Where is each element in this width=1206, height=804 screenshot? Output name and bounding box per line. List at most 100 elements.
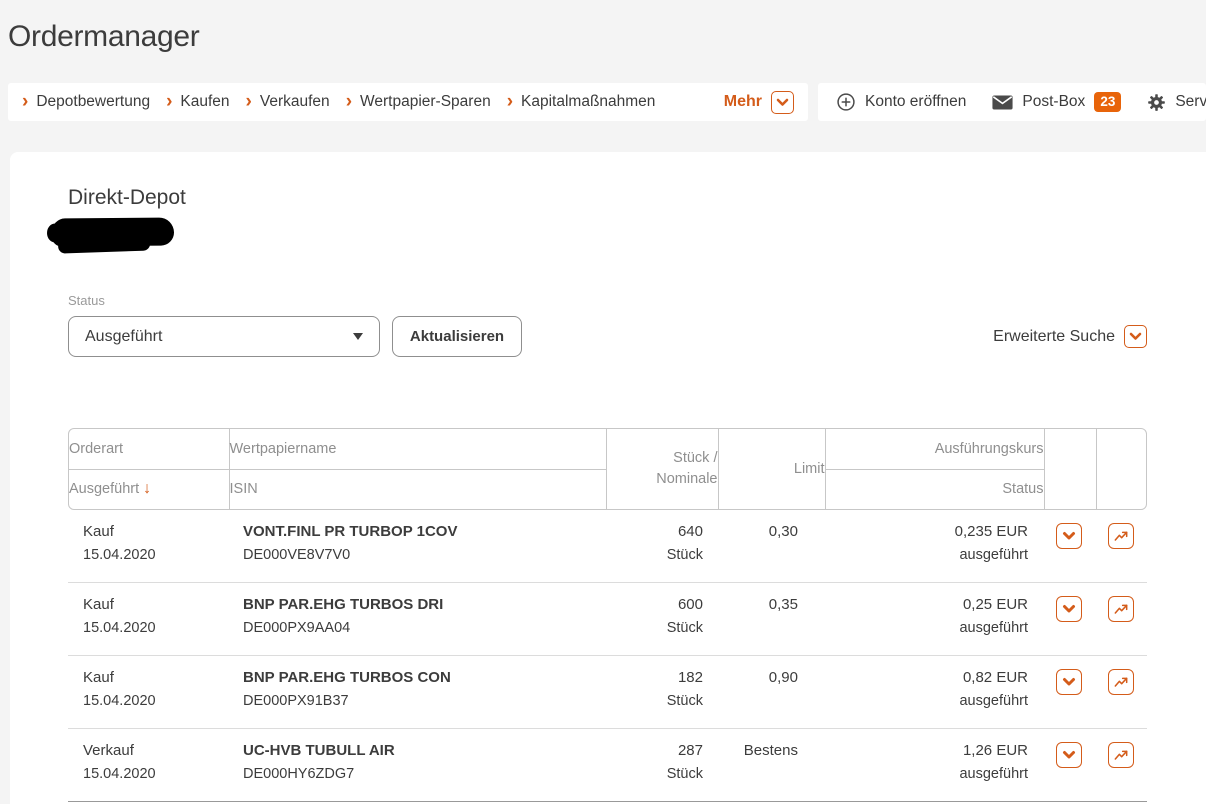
open-chart-button[interactable] xyxy=(1108,596,1134,622)
column-header-actions-1 xyxy=(1044,429,1096,509)
nav-item-postbox[interactable]: Post-Box 23 xyxy=(992,92,1121,113)
status-select[interactable]: Ausgeführt xyxy=(68,316,380,357)
nav-item-label: Depotbewertung xyxy=(36,93,150,111)
kurs-status-cell: 1,26 EUR ausgeführt xyxy=(824,742,1043,801)
expand-cell xyxy=(1043,742,1095,801)
mehr-chevron-down-icon[interactable] xyxy=(771,91,794,114)
column-header-orderart: Orderart xyxy=(69,429,229,469)
chevron-down-icon xyxy=(1062,604,1076,614)
column-header-actions-2 xyxy=(1096,429,1147,509)
wertpapier-cell: BNP PAR.EHG TURBOS DRI DE000PX9AA04 xyxy=(228,596,605,655)
nav-breadcrumb-item[interactable]: › Kapitalmaßnahmen xyxy=(507,93,656,112)
execution-price: 0,25 EUR xyxy=(824,596,1028,614)
expand-cell xyxy=(1043,669,1095,728)
ordermanager-screen: Ordermanager › Depotbewertung › Kaufen ›… xyxy=(0,0,1206,804)
open-chart-button[interactable] xyxy=(1108,742,1134,768)
postbox-label: Post-Box xyxy=(1022,93,1085,111)
nav-breadcrumb-item[interactable]: › Kaufen xyxy=(166,93,229,112)
security-isin: DE000PX91B37 xyxy=(243,693,605,710)
execution-price: 0,235 EUR xyxy=(824,523,1028,541)
wertpapier-cell: UC-HVB TUBULL AIR DE000HY6ZDG7 xyxy=(228,742,605,801)
nav-secondary-section: Konto eröffnen Post-Box 23 xyxy=(818,83,1206,121)
chevron-down-icon xyxy=(1062,531,1076,541)
security-isin: DE000VE8V7V0 xyxy=(243,547,605,564)
quantity-unit: Stück xyxy=(605,693,703,710)
quantity-value: 287 xyxy=(605,742,703,760)
limit-cell: 0,35 xyxy=(717,596,824,655)
nav-item-mehr[interactable]: Mehr xyxy=(724,91,794,114)
erweiterte-suche-chevron-down-icon[interactable] xyxy=(1124,325,1147,348)
order-type-value: Kauf xyxy=(83,596,228,614)
order-table: Orderart Wertpapiername Stück / Nominale… xyxy=(68,428,1147,802)
execution-price: 1,26 EUR xyxy=(824,742,1028,760)
nav-item-konto-eroeffnen[interactable]: Konto eröffnen xyxy=(836,92,966,112)
quantity-value: 640 xyxy=(605,523,703,541)
aktualisieren-button[interactable]: Aktualisieren xyxy=(392,316,522,357)
security-isin: DE000PX9AA04 xyxy=(243,620,605,637)
security-isin: DE000HY6ZDG7 xyxy=(243,766,605,783)
order-table-body: Kauf 15.04.2020 VONT.FINL PR TURBOP 1COV… xyxy=(68,510,1147,802)
order-date: 15.04.2020 xyxy=(83,620,228,637)
order-date: 15.04.2020 xyxy=(83,547,228,564)
column-header-status: Status xyxy=(825,469,1044,509)
order-type-value: Verkauf xyxy=(83,742,228,760)
postbox-count-badge: 23 xyxy=(1094,92,1121,113)
order-type-value: Kauf xyxy=(83,523,228,541)
nav-breadcrumb-item[interactable]: › Wertpapier-Sparen xyxy=(346,93,491,112)
chevron-down-icon xyxy=(1062,750,1076,760)
quantity-unit: Stück xyxy=(605,620,703,637)
kurs-status-cell: 0,235 EUR ausgeführt xyxy=(824,523,1043,582)
page-title: Ordermanager xyxy=(8,20,200,54)
column-header-ausfuehrungskurs: Ausführungskurs xyxy=(825,429,1044,469)
column-header-stueck-nominale: Stück / Nominale xyxy=(606,429,718,509)
execution-status: ausgeführt xyxy=(824,766,1028,783)
trend-chart-icon xyxy=(1113,528,1129,544)
stueck-cell: 182 Stück xyxy=(605,669,717,728)
expand-order-details-button[interactable] xyxy=(1056,669,1082,695)
nav-item-service[interactable]: Service xyxy=(1147,93,1206,112)
orderart-cell: Kauf 15.04.2020 xyxy=(68,523,228,582)
kurs-status-cell: 0,82 EUR ausgeführt xyxy=(824,669,1043,728)
expand-order-details-button[interactable] xyxy=(1056,523,1082,549)
sort-indicator[interactable]: Ausgeführt↓ xyxy=(69,469,229,509)
expand-cell xyxy=(1043,596,1095,655)
open-chart-button[interactable] xyxy=(1108,523,1134,549)
stueck-cell: 287 Stück xyxy=(605,742,717,801)
security-name: BNP PAR.EHG TURBOS CON xyxy=(243,669,605,687)
status-field-label: Status xyxy=(68,293,105,308)
nav-item-label: Kaufen xyxy=(180,93,229,111)
erweiterte-suche-toggle[interactable]: Erweiterte Suche xyxy=(993,325,1147,348)
expand-order-details-button[interactable] xyxy=(1056,596,1082,622)
depot-title: Direkt-Depot xyxy=(68,186,186,210)
limit-value: Bestens xyxy=(717,742,798,760)
expand-cell xyxy=(1043,523,1095,582)
security-name: UC-HVB TUBULL AIR xyxy=(243,742,605,760)
execution-status: ausgeführt xyxy=(824,547,1028,564)
execution-price: 0,82 EUR xyxy=(824,669,1028,687)
envelope-icon xyxy=(992,95,1013,110)
nav-item-label: Kapitalmaßnahmen xyxy=(521,93,655,111)
table-row: Kauf 15.04.2020 VONT.FINL PR TURBOP 1COV… xyxy=(68,510,1147,583)
open-chart-button[interactable] xyxy=(1108,669,1134,695)
trend-chart-icon xyxy=(1113,601,1129,617)
plus-circle-icon xyxy=(836,92,856,112)
limit-cell: Bestens xyxy=(717,742,824,801)
nav-breadcrumb-item[interactable]: › Depotbewertung xyxy=(22,93,150,112)
chart-cell xyxy=(1095,742,1146,801)
order-table-header: Orderart Wertpapiername Stück / Nominale… xyxy=(68,428,1147,510)
chevron-down-icon xyxy=(1062,677,1076,687)
column-header-limit: Limit xyxy=(718,429,825,509)
quantity-unit: Stück xyxy=(605,547,703,564)
redacted-account-holder-name xyxy=(52,217,174,246)
quantity-value: 182 xyxy=(605,669,703,687)
limit-value: 0,90 xyxy=(717,669,798,687)
trend-chart-icon xyxy=(1113,674,1129,690)
nav-item-label: Wertpapier-Sparen xyxy=(360,93,491,111)
execution-status: ausgeführt xyxy=(824,620,1028,637)
expand-order-details-button[interactable] xyxy=(1056,742,1082,768)
wertpapier-cell: VONT.FINL PR TURBOP 1COV DE000VE8V7V0 xyxy=(228,523,605,582)
nav-chevron-icon: › xyxy=(166,92,172,111)
quantity-unit: Stück xyxy=(605,766,703,783)
sort-descending-arrow-icon: ↓ xyxy=(143,480,151,497)
nav-breadcrumb-item[interactable]: › Verkaufen xyxy=(246,93,330,112)
